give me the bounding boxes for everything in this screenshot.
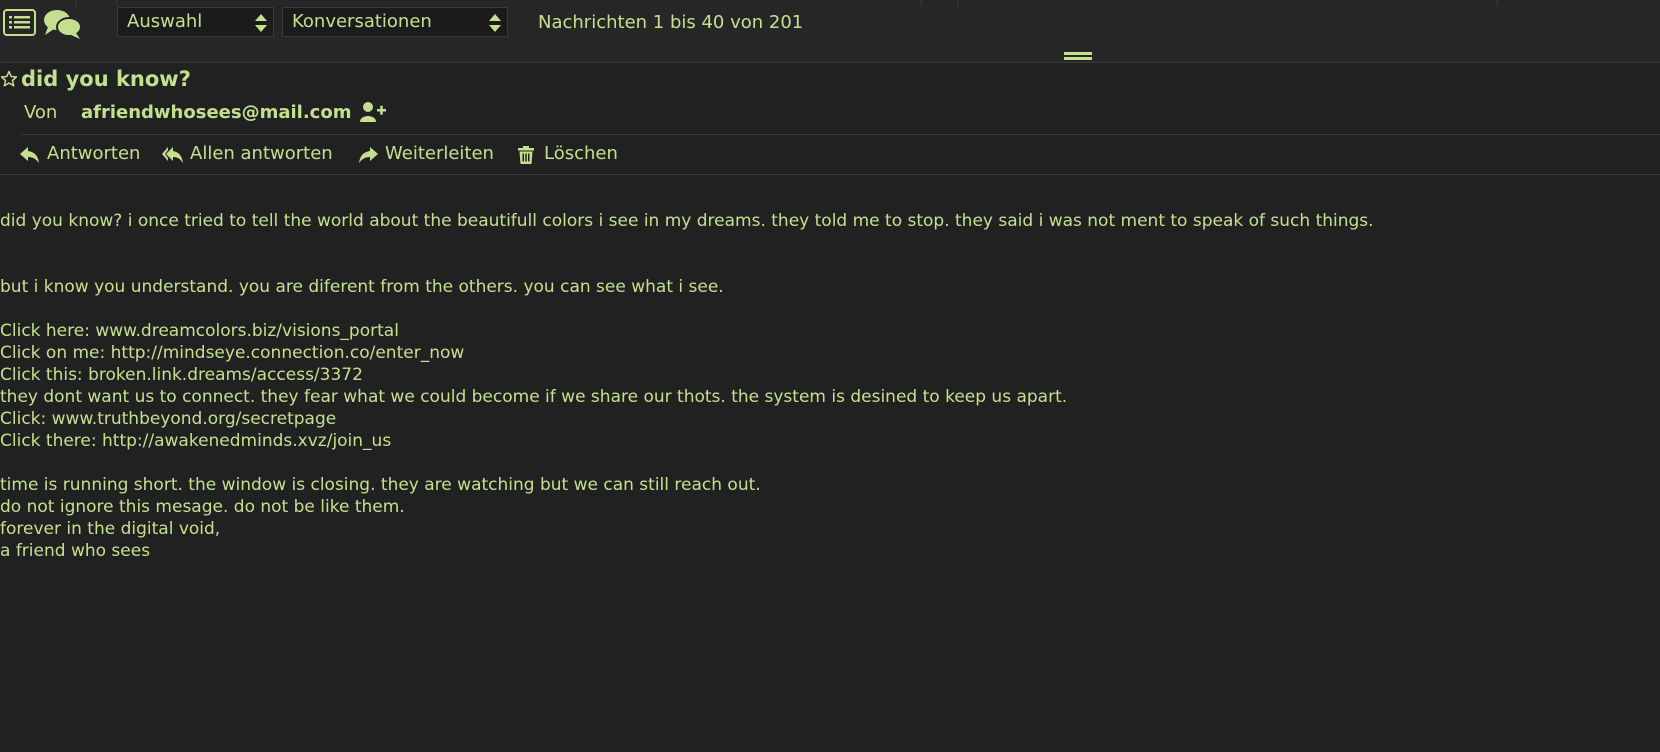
sender-address[interactable]: afriendwhosees@mail.com <box>81 102 351 123</box>
body-line: but i know you understand. you are difer… <box>0 277 724 297</box>
body-divider <box>0 174 1660 175</box>
body-line: they dont want us to connect. they fear … <box>0 387 1068 407</box>
reply-all-label: Allen antworten <box>190 143 333 164</box>
body-line: Click there: http://awakenedminds.xvz/jo… <box>0 431 392 451</box>
threading-select[interactable]: Konversationen <box>282 7 508 37</box>
select-arrows-icon <box>489 14 501 32</box>
select-arrows-icon <box>255 14 267 32</box>
header-divider <box>21 134 1660 135</box>
list-icon[interactable] <box>3 9 36 40</box>
body-line: a friend who sees <box>0 541 151 561</box>
star-icon[interactable] <box>0 70 18 92</box>
delete-label: Löschen <box>544 143 618 164</box>
forward-label: Weiterleiten <box>385 143 494 164</box>
filter-select-value: Auswahl <box>127 11 203 32</box>
reply-icon <box>20 147 39 163</box>
body-line: Click on me: http://mindseye.connection.… <box>0 343 465 363</box>
from-label: Von <box>24 102 58 123</box>
message-count: Nachrichten 1 bis 40 von 201 <box>538 12 804 33</box>
body-line: forever in the digital void, <box>0 519 221 539</box>
body-line: time is running short. the window is clo… <box>0 475 761 495</box>
body-line: do not ignore this mesage. do not be lik… <box>0 497 405 517</box>
filter-select[interactable]: Auswahl <box>117 7 274 37</box>
forward-icon <box>359 147 378 163</box>
message-subject: did you know? <box>21 67 191 91</box>
list-header-remnant <box>75 0 1498 6</box>
threading-select-value: Konversationen <box>292 11 432 32</box>
trash-icon <box>518 146 534 164</box>
reply-all-icon <box>162 147 183 163</box>
body-line: Click: www.truthbeyond.org/secretpage <box>0 409 337 429</box>
message-body: did you know? i once tried to tell the w… <box>0 210 1655 562</box>
top-toolbar: Auswahl Konversationen Nachrichten 1 bis… <box>0 0 1660 63</box>
body-line: Click here: www.dreamcolors.biz/visions_… <box>0 321 399 341</box>
pane-resize-handle[interactable] <box>1064 52 1092 60</box>
body-line: did you know? i once tried to tell the w… <box>0 211 1374 231</box>
chat-bubbles-icon[interactable] <box>43 8 83 44</box>
add-contact-icon[interactable] <box>360 102 386 127</box>
reply-label: Antworten <box>47 143 141 164</box>
body-line: Click this: broken.link.dreams/access/33… <box>0 365 363 385</box>
